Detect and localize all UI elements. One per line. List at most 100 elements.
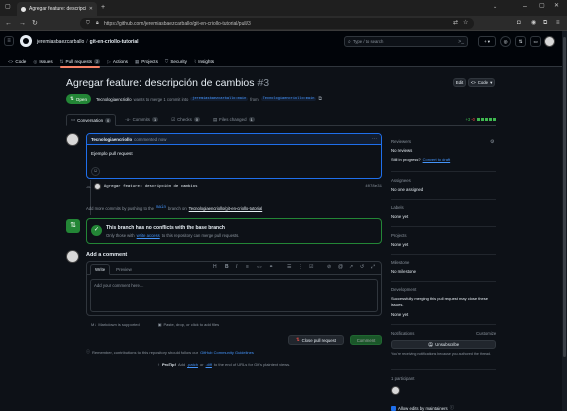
pr-author-link[interactable]: Tecnologiaencriollo xyxy=(96,97,132,102)
bold-icon[interactable]: B xyxy=(225,264,229,270)
command-palette-icon[interactable]: >_ xyxy=(458,39,464,45)
unordered-list-icon[interactable]: ☰ xyxy=(287,264,291,270)
protip-patch-link[interactable]: .patch xyxy=(187,362,198,367)
protip-pre: Add xyxy=(177,362,186,367)
pocket-icon[interactable]: ◘ xyxy=(517,20,521,27)
paste-note[interactable]: Paste, drop, or click to add files xyxy=(163,322,219,327)
close-tab-icon[interactable]: ✕ xyxy=(89,6,93,12)
markdown-note[interactable]: Markdown is supported xyxy=(98,322,139,327)
tab-commits[interactable]: -o- Commits 1 xyxy=(121,114,162,125)
create-new-button[interactable]: + ▾ xyxy=(478,36,496,47)
add-reaction-icon[interactable]: ☺ xyxy=(91,167,100,176)
inbox-icon[interactable]: ▭ xyxy=(530,36,541,47)
tab-actions[interactable]: ▷ Actions xyxy=(107,59,128,65)
quote-icon[interactable]: ≡ xyxy=(246,264,249,270)
unsubscribe-button[interactable]: 🔕︎ Unsubscribe xyxy=(391,340,496,349)
code-icon[interactable]: <> xyxy=(257,264,262,270)
files-changed-counter: 1 xyxy=(248,117,255,122)
preview-tab[interactable]: Preview xyxy=(110,265,138,274)
new-tab-icon[interactable]: + xyxy=(101,4,105,11)
write-tab[interactable]: Write xyxy=(90,264,111,275)
code-dropdown-button[interactable]: <> Code ▾ xyxy=(468,78,495,87)
back-icon[interactable]: ← xyxy=(5,20,12,27)
page-scrollbar[interactable] xyxy=(562,31,567,411)
copy-icon[interactable]: ⧉ xyxy=(318,96,322,102)
projects-heading[interactable]: Projects xyxy=(391,233,407,238)
edit-title-button[interactable]: Edit xyxy=(453,78,466,87)
comment-button[interactable]: Comment xyxy=(350,335,382,345)
heading-icon[interactable]: H xyxy=(213,264,217,270)
extensions-icon[interactable]: ⧉ xyxy=(543,20,547,27)
lock-icon[interactable]: 🔒︎ xyxy=(96,20,99,27)
browser-tab[interactable]: Agregar feature: descripción de ca ✕ xyxy=(17,2,97,16)
tab-security[interactable]: ⛉ Security xyxy=(165,59,187,64)
tab-list-icon[interactable]: ▢ xyxy=(5,4,11,11)
app-menu-icon[interactable]: ≡ xyxy=(556,20,560,27)
comment-textarea[interactable]: Add your comment here... xyxy=(90,279,378,312)
scrollbar-thumb[interactable] xyxy=(563,37,566,357)
italic-icon[interactable]: I xyxy=(236,264,237,270)
development-heading[interactable]: Development xyxy=(391,287,416,292)
fullscreen-icon[interactable]: ⤢ xyxy=(371,264,375,270)
reference-icon[interactable]: ↗ xyxy=(349,264,353,270)
tab-overflow-icon[interactable]: ⌄ xyxy=(493,4,497,11)
base-branch-pill[interactable]: jeremiasbaezcarballo:main xyxy=(190,97,249,101)
user-avatar[interactable] xyxy=(544,36,555,47)
reviewers-gear-icon[interactable]: ⚙ xyxy=(490,139,494,145)
tab-files-changed[interactable]: ▤ Files changed 1 xyxy=(209,114,259,125)
repo-name-link[interactable]: git-en-criollo-tutorial xyxy=(90,39,139,45)
close-pull-request-button[interactable]: ⇅ Close pull request xyxy=(288,335,344,345)
tab-checks[interactable]: ☑ Checks 0 xyxy=(167,114,204,125)
mention-icon[interactable]: @ xyxy=(338,264,343,270)
minimize-icon[interactable]: – xyxy=(523,3,527,10)
labels-heading[interactable]: Labels xyxy=(391,205,404,210)
hamburger-menu-icon[interactable]: ≡ xyxy=(4,36,14,46)
tab-projects[interactable]: ▦ Projects xyxy=(135,59,158,65)
github-logo-icon[interactable] xyxy=(20,35,32,47)
commit-author-avatar[interactable] xyxy=(93,183,101,190)
global-search[interactable]: ⌕ Type / to search >_ xyxy=(344,36,468,47)
tab-insights[interactable]: ⌇ Insights xyxy=(194,59,214,65)
convert-to-draft-link[interactable]: Convert to draft xyxy=(423,157,451,162)
pull-requests-icon[interactable]: ⇅ xyxy=(515,36,526,47)
shield-icon[interactable]: ⛉ xyxy=(86,20,90,27)
attach-icon[interactable]: ⊘ xyxy=(327,264,331,270)
tab-conversation[interactable]: ▭ Conversation 0 xyxy=(66,114,117,126)
allow-edits-checkbox[interactable] xyxy=(391,405,396,411)
saved-replies-icon[interactable]: ↺ xyxy=(360,264,364,270)
comment-menu-icon[interactable]: ··· xyxy=(372,136,377,142)
commit-message-link[interactable]: Agregar feature: descripción de cambios xyxy=(104,185,198,189)
guidelines-link[interactable]: GitHub Community Guidelines xyxy=(200,350,254,355)
maximize-icon[interactable]: ▢ xyxy=(539,3,545,10)
tab-pull-requests[interactable]: ⇅ Pull requests 2 xyxy=(59,59,101,68)
window-close-icon[interactable]: ✕ xyxy=(554,3,559,10)
task-list-icon[interactable]: ☑ xyxy=(309,264,313,270)
commit-sha-link[interactable]: 4078e31 xyxy=(365,185,382,189)
head-branch-pill[interactable]: Tecnologiaencriollo:main xyxy=(260,97,317,101)
milestone-heading[interactable]: Milestone xyxy=(391,260,409,265)
bookmark-star-icon[interactable]: ☆ xyxy=(463,20,468,27)
reviewers-heading[interactable]: Reviewers xyxy=(391,139,411,144)
assignees-heading[interactable]: Assignees xyxy=(391,178,411,183)
comment-author-avatar[interactable] xyxy=(66,133,79,146)
tab-code[interactable]: <> Code xyxy=(8,59,26,64)
account-icon[interactable]: ◉ xyxy=(531,20,536,27)
info-icon[interactable]: ⓘ xyxy=(450,405,454,411)
participant-avatar[interactable] xyxy=(391,386,400,395)
tab-issues[interactable]: ◎ Issues xyxy=(33,59,52,65)
customize-link[interactable]: Customize xyxy=(476,331,496,336)
write-access-link[interactable]: write access xyxy=(137,233,160,238)
diffstat-deletions: -0 xyxy=(471,117,475,122)
ordered-list-icon[interactable]: ⋮ xyxy=(298,264,303,270)
url-field[interactable]: https://github.com/jeremiasbaezcarballo/… xyxy=(80,18,474,29)
push-hint-repo-link[interactable]: Tecnologiaencriollo/git-en-criollo-tutor… xyxy=(189,206,263,211)
forward-icon[interactable]: → xyxy=(19,20,26,27)
reload-icon[interactable]: ↻ xyxy=(32,20,38,27)
protip-diff-link[interactable]: .diff xyxy=(206,362,212,367)
repo-owner-link[interactable]: jeremiasbaezcarballo xyxy=(37,39,84,45)
link-icon[interactable]: ⚭ xyxy=(269,264,273,270)
comment-author-link[interactable]: Tecnologiaencriollo xyxy=(91,137,132,142)
current-user-avatar[interactable] xyxy=(66,250,79,263)
translate-icon[interactable]: ⇄ xyxy=(453,20,458,27)
issues-icon[interactable]: ◎ xyxy=(500,36,511,47)
